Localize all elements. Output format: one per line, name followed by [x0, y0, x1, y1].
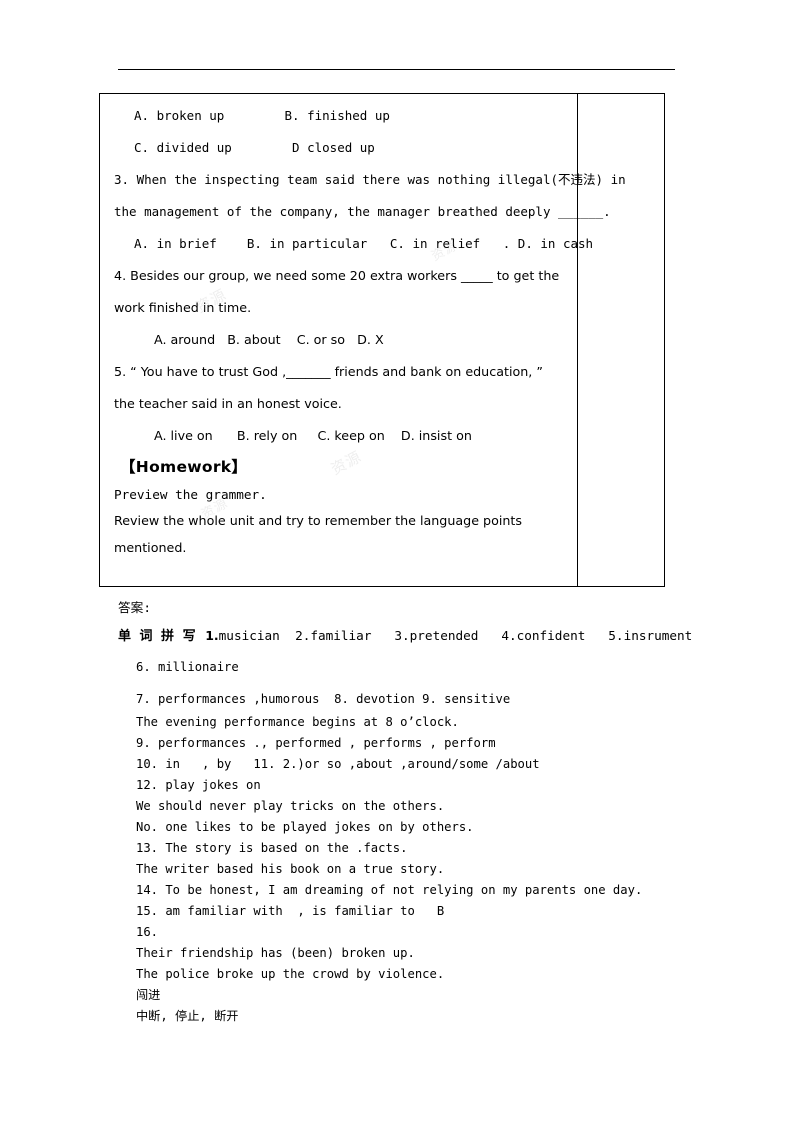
spelling-num: 5.	[608, 628, 624, 643]
homework-heading: 【Homework】	[120, 458, 248, 476]
answer-line: Their friendship has (been) broken up.	[136, 946, 415, 960]
answer-line: 6. millionaire	[136, 660, 239, 674]
answer-line: We should never play tricks on the other…	[136, 799, 445, 813]
exercise-line: A. broken up B. finished up	[134, 108, 390, 123]
exercise-line: 3. When the inspecting team said there w…	[114, 172, 626, 187]
answer-line: 15. am familiar with , is familiar to B	[136, 904, 445, 918]
spelling-num: 3.	[394, 628, 410, 643]
exercise-table: A. broken up B. finished up C. divided u…	[99, 93, 665, 587]
exercise-line: the management of the company, the manag…	[114, 204, 611, 219]
answer-line: 闯进	[136, 988, 161, 1002]
answer-line: 12. play jokes on	[136, 778, 261, 792]
answer-line: 10. in , by 11. 2.)or so ,about ,around/…	[136, 757, 540, 771]
spelling-word: pretended	[409, 628, 479, 643]
spelling-label: 单 词 拼 写	[118, 629, 198, 644]
answer-line: 14. To be honest, I am dreaming of not r…	[136, 883, 643, 897]
exercise-line: 5. “ You have to trust God ,_______ frie…	[114, 364, 543, 379]
exercise-line: 4. Besides our group, we need some 20 ex…	[114, 268, 560, 283]
spelling-word: confident	[516, 628, 586, 643]
answers-section: 答案: 单 词 拼 写 1.musician 2.familiar 3.pret…	[118, 595, 692, 1027]
homework-line: mentioned.	[114, 540, 187, 555]
answer-line: 13. The story is based on the .facts.	[136, 841, 408, 855]
spelling-word: musician	[218, 628, 280, 643]
answer-line: 7. performances ,humorous 8. devotion 9.…	[136, 692, 511, 706]
answer-line: The evening performance begins at 8 o’cl…	[136, 715, 459, 729]
spelling-num: 1.	[205, 628, 219, 643]
spelling-answers-row: 单 词 拼 写 1.musician 2.familiar 3.pretende…	[118, 621, 692, 652]
exercise-line: work finished in time.	[114, 300, 252, 315]
answer-line: The police broke up the crowd by violenc…	[136, 967, 445, 981]
header-rule	[118, 69, 675, 70]
exercise-line: C. divided up D closed up	[134, 140, 375, 155]
spelling-word: familiar	[310, 628, 372, 643]
exercise-line: A. around B. about C. or so D. X	[154, 332, 384, 347]
answer-line: 中断, 停止, 断开	[136, 1009, 239, 1023]
answer-line: 9. performances ., performed , performs …	[136, 736, 496, 750]
homework-line: Review the whole unit and try to remembe…	[114, 513, 523, 528]
answers-heading: 答案:	[118, 600, 152, 615]
exercise-line: A. live on B. rely on C. keep on D. insi…	[154, 428, 472, 443]
answer-line: The writer based his book on a true stor…	[136, 862, 445, 876]
spelling-word: insrument	[623, 628, 693, 643]
answer-line: No. one likes to be played jokes on by o…	[136, 820, 474, 834]
spelling-num: 2.	[295, 628, 311, 643]
answer-line: 16.	[136, 925, 159, 939]
homework-line: Preview the grammer.	[114, 487, 267, 502]
exercise-line: A. in brief B. in particular C. in relie…	[134, 236, 594, 251]
exercise-table-main-cell: A. broken up B. finished up C. divided u…	[100, 94, 626, 586]
spelling-num: 4.	[501, 628, 517, 643]
document-page: A. broken up B. finished up C. divided u…	[0, 0, 793, 1122]
exercise-line: the teacher said in an honest voice.	[114, 396, 342, 411]
exercise-table-side-cell	[578, 94, 664, 586]
